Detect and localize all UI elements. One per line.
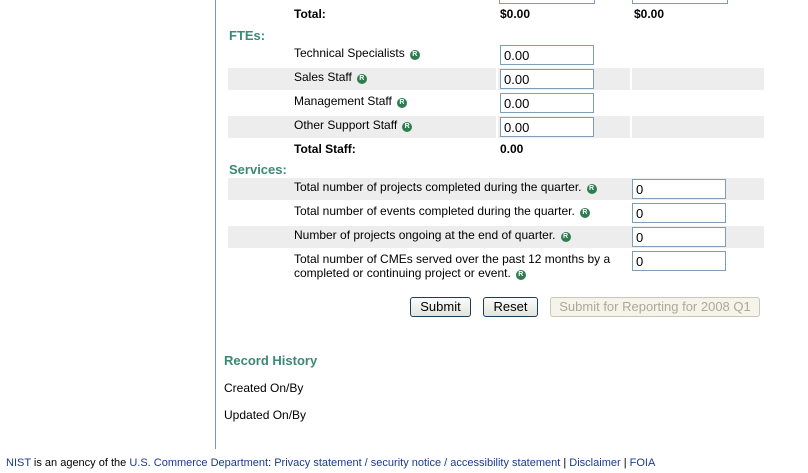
info-icon[interactable]: R	[579, 208, 590, 218]
footer: NIST is an agency of the U.S. Commerce D…	[6, 457, 655, 469]
service-label-projects-ongoing: Number of projects ongoing at the end of…	[294, 228, 571, 242]
reset-button[interactable]: Reset	[483, 297, 538, 317]
fte-label-sales-staff: Sales Staff R	[294, 70, 367, 84]
services-heading: Services:	[229, 162, 287, 177]
total-staff-label: Total Staff:	[294, 142, 356, 156]
info-icon[interactable]: R	[560, 232, 571, 242]
fte-label-technical-specialists: Technical Specialists R	[294, 46, 420, 60]
record-history-title: Record History	[224, 353, 318, 368]
updated-on-by-label: Updated On/By	[224, 408, 307, 422]
technical-specialists-input[interactable]	[500, 45, 594, 65]
service-label-events-completed: Total number of events completed during …	[294, 204, 590, 218]
cmes-served-input[interactable]	[632, 251, 726, 271]
nist-link[interactable]: NIST	[6, 457, 31, 469]
service-label-projects-completed: Total number of projects completed durin…	[294, 180, 597, 194]
projects-completed-input[interactable]	[632, 179, 726, 199]
sales-staff-input[interactable]	[500, 69, 594, 89]
footer-text: is an agency of the	[30, 457, 130, 469]
commerce-department-link[interactable]: U.S. Commerce Department	[129, 457, 268, 469]
info-icon[interactable]: R	[402, 122, 413, 132]
budget-total-label: Total:	[294, 7, 326, 21]
ftes-heading: FTEs:	[229, 28, 266, 43]
disclaimer-link[interactable]: Disclaimer	[569, 457, 620, 469]
content-left-border	[215, 0, 216, 449]
privacy-statement-link[interactable]: Privacy statement / security notice / ac…	[274, 457, 560, 469]
footer-separator: |	[560, 457, 570, 469]
footer-separator: |	[620, 457, 630, 469]
submit-for-reporting-button[interactable]: Submit for Reporting for 2008 Q1	[550, 297, 760, 317]
other-support-staff-input[interactable]	[500, 117, 594, 137]
total-staff-value: 0.00	[500, 142, 524, 156]
info-icon[interactable]: R	[409, 50, 420, 60]
events-completed-input[interactable]	[632, 203, 726, 223]
fte-label-management-staff: Management Staff R	[294, 94, 407, 108]
budget-total-col1: $0.00	[500, 7, 531, 21]
budget-total-col2: $0.00	[634, 7, 665, 21]
foia-link[interactable]: FOIA	[630, 457, 656, 469]
info-icon[interactable]: R	[356, 74, 367, 84]
info-icon[interactable]: R	[396, 98, 407, 108]
service-label-cmes-served-line2: completed or continuing project or event…	[294, 266, 526, 280]
created-on-by-label: Created On/By	[224, 381, 304, 395]
submit-button[interactable]: Submit	[410, 297, 471, 317]
management-staff-input[interactable]	[500, 93, 594, 113]
info-icon[interactable]: R	[515, 270, 526, 280]
service-label-cmes-served-line1: Total number of CMEs served over the pas…	[294, 252, 611, 266]
info-icon[interactable]: R	[586, 184, 597, 194]
budget-input-bottom-edge[interactable]	[499, 0, 595, 4]
projects-ongoing-input[interactable]	[632, 227, 726, 247]
fte-label-other-support-staff: Other Support Staff R	[294, 118, 413, 132]
budget-input-bottom-edge[interactable]	[632, 0, 728, 4]
